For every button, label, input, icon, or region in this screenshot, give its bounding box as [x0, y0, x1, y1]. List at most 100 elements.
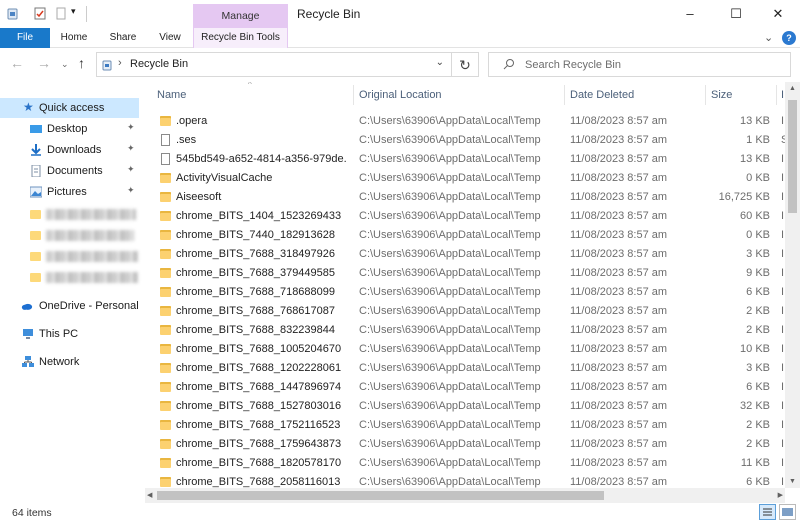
file-name: chrome_BITS_7688_768617087: [176, 305, 336, 317]
file-name: chrome_BITS_1404_1523269433: [176, 210, 342, 222]
table-row[interactable]: chrome_BITS_1404_1523269433 C:\Users\6390…: [145, 207, 785, 226]
file-size: 6 KB: [746, 381, 770, 393]
file-name: chrome_BITS_7688_1759643873: [176, 438, 342, 450]
column-header-date-deleted[interactable]: Date Deleted: [570, 82, 634, 108]
table-row[interactable]: chrome_BITS_7688_1005204670 C:\Users\6390…: [145, 340, 785, 359]
table-row[interactable]: chrome_BITS_7688_1447896974 C:\Users\6390…: [145, 378, 785, 397]
folder-icon: [160, 344, 171, 354]
table-row[interactable]: chrome_BITS_7688_1820578170 C:\Users\6390…: [145, 454, 785, 473]
item-type: I: [781, 324, 785, 336]
pin-icon[interactable]: ✦: [127, 164, 135, 175]
horizontal-scrollbar[interactable]: ◀ ▶: [145, 488, 785, 503]
file-name: chrome_BITS_7688_832239844: [176, 324, 336, 336]
file-name: chrome_BITS_7688_718688099: [176, 286, 336, 298]
sidebar-item-label: Quick access: [39, 102, 105, 114]
horizontal-scroll-thumb[interactable]: [157, 491, 604, 500]
table-row[interactable]: chrome_BITS_7688_718688099 C:\Users\63906…: [145, 283, 785, 302]
documents-icon: [31, 165, 41, 177]
recent-locations-icon[interactable]: ⌄: [61, 59, 69, 70]
pin-icon[interactable]: ✦: [127, 143, 135, 154]
column-header-name[interactable]: Name: [157, 82, 186, 108]
table-row[interactable]: chrome_BITS_7688_1527803016 C:\Users\6390…: [145, 397, 785, 416]
large-icons-view-button[interactable]: [779, 504, 796, 520]
close-button[interactable]: ✕: [758, 3, 798, 25]
pin-icon[interactable]: ✦: [127, 122, 135, 133]
up-button[interactable]: ↑: [78, 55, 85, 71]
maximize-button[interactable]: ☐: [716, 3, 756, 25]
table-row[interactable]: ActivityVisualCache C:\Users\63906\AppDat…: [145, 169, 785, 188]
folder-icon: [160, 287, 171, 297]
column-header-size[interactable]: Size: [711, 82, 732, 108]
table-row[interactable]: .opera C:\Users\63906\AppData\Local\Temp 1…: [145, 112, 785, 131]
tab-share[interactable]: Share: [100, 28, 146, 48]
table-row[interactable]: .ses C:\Users\63906\AppData\Local\Temp 11/…: [145, 131, 785, 150]
folder-icon: [160, 192, 171, 202]
back-button[interactable]: ←: [10, 55, 24, 71]
table-row[interactable]: chrome_BITS_7688_318497926 C:\Users\63906…: [145, 245, 785, 264]
column-divider[interactable]: [564, 85, 565, 105]
scroll-up-icon[interactable]: ▲: [789, 85, 796, 92]
sidebar-item-this-pc[interactable]: This PC: [0, 324, 139, 344]
tab-file[interactable]: File: [0, 28, 50, 48]
vertical-scrollbar[interactable]: ▲ ▼: [785, 82, 800, 488]
details-view-button[interactable]: [759, 504, 776, 520]
date-deleted: 11/08/2023 8:57 am: [570, 115, 668, 127]
folder-icon: [160, 401, 171, 411]
new-folder-icon[interactable]: [55, 7, 67, 20]
column-header-item-type[interactable]: I: [781, 82, 784, 108]
tab-home[interactable]: Home: [52, 28, 96, 48]
table-row[interactable]: 545bd549-a652-4814-a356-979de... C:\Users…: [145, 150, 785, 169]
breadcrumb-separator[interactable]: ›: [118, 57, 122, 69]
file-icon: [161, 134, 170, 146]
sidebar-item-onedrive[interactable]: OneDrive - Personal: [0, 296, 139, 316]
table-row[interactable]: chrome_BITS_7688_768617087 C:\Users\63906…: [145, 302, 785, 321]
file-name: chrome_BITS_7688_1820578170: [176, 457, 342, 469]
column-divider[interactable]: [705, 85, 706, 105]
column-divider[interactable]: [353, 85, 354, 105]
sidebar-item-desktop[interactable]: Desktop ✦: [0, 119, 139, 139]
vertical-scroll-thumb[interactable]: [788, 100, 797, 213]
sidebar-item-network[interactable]: Network: [0, 352, 139, 372]
folder-icon: [160, 363, 171, 373]
original-location: C:\Users\63906\AppData\Local\Temp: [359, 210, 541, 222]
scroll-right-icon[interactable]: ▶: [778, 491, 783, 499]
column-header-original-location[interactable]: Original Location: [359, 82, 442, 108]
recycle-bin-icon: [102, 60, 112, 71]
table-row[interactable]: chrome_BITS_7688_379449585 C:\Users\63906…: [145, 264, 785, 283]
folder-icon: [30, 210, 41, 219]
help-icon[interactable]: ?: [782, 31, 796, 45]
minimize-button[interactable]: –: [670, 3, 710, 25]
customize-toolbar-icon[interactable]: ▾: [71, 6, 83, 19]
item-type: I: [781, 381, 785, 393]
manage-context-tab[interactable]: Manage: [193, 4, 288, 28]
address-dropdown-icon[interactable]: ⌄: [436, 57, 444, 68]
original-location: C:\Users\63906\AppData\Local\Temp: [359, 115, 541, 127]
sidebar-item-documents[interactable]: Documents ✦: [0, 161, 139, 181]
explorer-app-icon[interactable]: [7, 7, 19, 20]
table-row[interactable]: chrome_BITS_7688_1202228061 C:\Users\6390…: [145, 359, 785, 378]
tab-view[interactable]: View: [150, 28, 190, 48]
tab-recycle-bin-tools[interactable]: Recycle Bin Tools: [193, 28, 288, 48]
table-row[interactable]: chrome_BITS_7688_832239844 C:\Users\63906…: [145, 321, 785, 340]
table-row[interactable]: Aiseesoft C:\Users\63906\AppData\Local\Te…: [145, 188, 785, 207]
refresh-button[interactable]: ↻: [452, 52, 479, 77]
table-row[interactable]: chrome_BITS_7688_1752116523 C:\Users\6390…: [145, 416, 785, 435]
expand-ribbon-icon[interactable]: ⌄: [764, 31, 773, 44]
scroll-down-icon[interactable]: ▼: [789, 478, 796, 485]
sidebar-item-downloads[interactable]: Downloads ✦: [0, 140, 139, 160]
column-divider[interactable]: [776, 85, 777, 105]
table-row[interactable]: chrome_BITS_7440_182913628 C:\Users\63906…: [145, 226, 785, 245]
scroll-left-icon[interactable]: ◀: [147, 491, 152, 499]
sidebar-item-quick-access[interactable]: ★ Quick access: [0, 98, 139, 118]
file-size: 11 KB: [740, 457, 770, 469]
pin-icon[interactable]: ✦: [127, 185, 135, 196]
date-deleted: 11/08/2023 8:57 am: [570, 343, 668, 355]
table-row[interactable]: chrome_BITS_7688_1759643873 C:\Users\6390…: [145, 435, 785, 454]
table-row[interactable]: chrome_BITS_7688_2058116013 C:\Users\6390…: [145, 473, 785, 488]
search-input[interactable]: Search Recycle Bin: [488, 52, 791, 77]
sidebar-item-pictures[interactable]: Pictures ✦: [0, 182, 139, 202]
forward-button[interactable]: →: [37, 55, 51, 71]
properties-icon[interactable]: [34, 7, 46, 20]
breadcrumb-recycle-bin[interactable]: Recycle Bin: [130, 58, 188, 70]
address-bar[interactable]: › Recycle Bin ⌄: [96, 52, 452, 77]
